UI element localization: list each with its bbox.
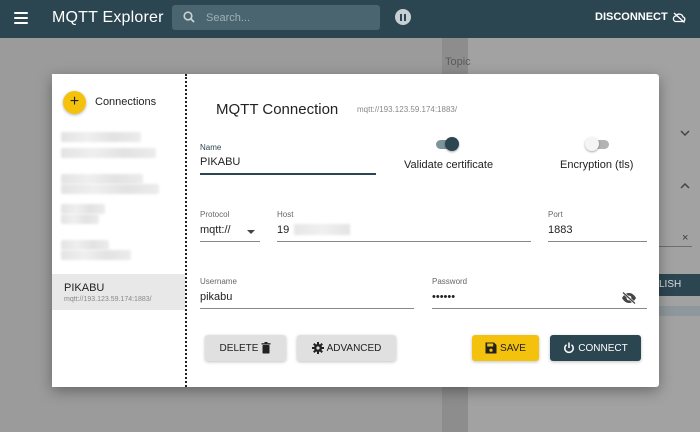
topic-label: Topic bbox=[445, 56, 471, 68]
delete-label: DELETE bbox=[219, 342, 259, 354]
blurred-connection-host bbox=[61, 214, 99, 224]
disconnect-button[interactable]: DISCONNECT bbox=[595, 11, 686, 23]
app-title: MQTT Explorer bbox=[52, 9, 164, 26]
connection-item-selected[interactable]: PIKABU mqtt://193.123.59.174:1883/ bbox=[52, 274, 185, 310]
save-label: SAVE bbox=[500, 342, 526, 354]
cloud-off-icon bbox=[672, 12, 686, 23]
advanced-button[interactable]: ADVANCED bbox=[297, 335, 396, 361]
host-label: Host bbox=[277, 210, 294, 219]
connection-url: mqtt://193.123.59.174:1883/ bbox=[357, 105, 458, 114]
search-box[interactable] bbox=[172, 5, 380, 30]
pause-icon[interactable] bbox=[395, 9, 411, 25]
delete-button[interactable]: DELETE bbox=[205, 335, 286, 361]
save-button[interactable]: SAVE bbox=[472, 335, 539, 361]
trash-icon bbox=[261, 342, 271, 354]
name-field[interactable]: PIKABU bbox=[200, 154, 376, 175]
blurred-connection[interactable] bbox=[61, 174, 143, 184]
connections-sidebar: + Connections PIKABU mqtt://193.123.59.1… bbox=[52, 74, 187, 387]
connect-button[interactable]: CONNECT bbox=[550, 335, 641, 361]
disconnect-label: DISCONNECT bbox=[595, 11, 668, 23]
dropdown-arrow-icon bbox=[247, 230, 255, 234]
power-icon bbox=[564, 342, 575, 354]
connection-name: PIKABU bbox=[64, 282, 105, 294]
password-field[interactable]: •••••• bbox=[432, 289, 647, 309]
switch-knob bbox=[445, 137, 459, 151]
port-field[interactable]: 1883 bbox=[548, 222, 647, 242]
blurred-connection[interactable] bbox=[61, 204, 105, 214]
menu-icon[interactable] bbox=[14, 12, 28, 24]
port-label: Port bbox=[548, 210, 563, 219]
username-field[interactable]: pikabu bbox=[200, 289, 414, 309]
connections-title: Connections bbox=[95, 96, 157, 108]
add-connection-button[interactable]: + bbox=[63, 91, 86, 114]
connection-host: mqtt://193.123.59.174:1883/ bbox=[64, 296, 152, 303]
validate-certificate-switch[interactable] bbox=[436, 137, 459, 151]
dialog-title: MQTT Connection bbox=[216, 101, 339, 118]
app-bar: MQTT Explorer DISCONNECT bbox=[0, 0, 700, 38]
username-label: Username bbox=[200, 277, 237, 286]
gear-icon bbox=[311, 342, 324, 354]
blurred-connection-host bbox=[61, 184, 159, 194]
advanced-label: ADVANCED bbox=[326, 342, 382, 354]
protocol-label: Protocol bbox=[200, 210, 230, 219]
clear-icon: × bbox=[682, 232, 689, 244]
connection-dialog: + Connections PIKABU mqtt://193.123.59.1… bbox=[52, 74, 659, 387]
password-label: Password bbox=[432, 277, 468, 286]
blurred-connection[interactable] bbox=[61, 240, 109, 250]
publish-button: LISH bbox=[657, 274, 700, 296]
blurred-host-value bbox=[294, 224, 350, 235]
visibility-off-icon[interactable] bbox=[621, 292, 637, 304]
chevron-down-icon bbox=[680, 130, 690, 136]
search-icon bbox=[183, 11, 195, 23]
blurred-connection-host bbox=[61, 148, 156, 158]
encryption-label: Encryption (tls) bbox=[560, 159, 634, 171]
connect-label: CONNECT bbox=[578, 342, 628, 354]
blurred-connection[interactable] bbox=[61, 132, 141, 142]
encryption-switch[interactable] bbox=[585, 137, 609, 151]
search-input[interactable] bbox=[206, 10, 371, 25]
validate-certificate-label: Validate certificate bbox=[404, 159, 494, 171]
blurred-connection-host bbox=[61, 250, 131, 260]
name-label: Name bbox=[200, 143, 222, 152]
switch-knob bbox=[585, 137, 599, 151]
floppy-disk-icon bbox=[485, 342, 497, 354]
chevron-up-icon bbox=[680, 183, 690, 189]
